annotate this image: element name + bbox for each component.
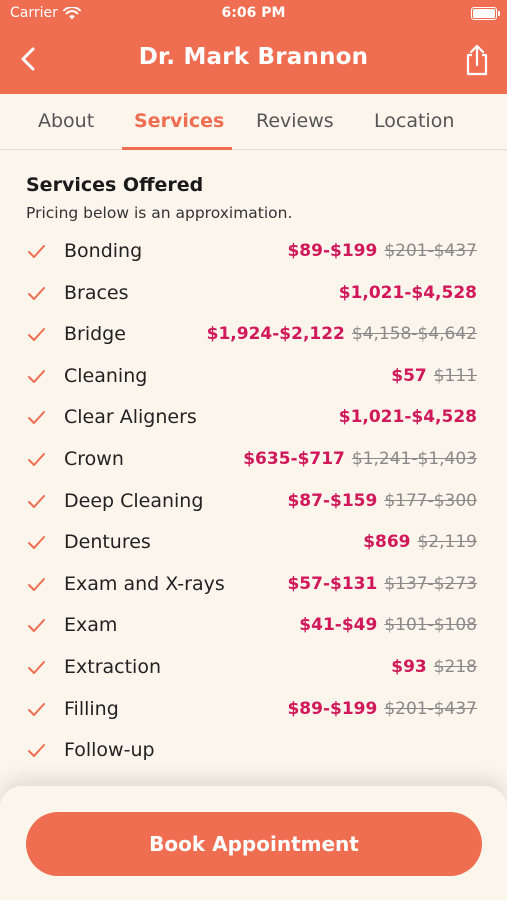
- service-prices: $57-$131 $137-$273: [287, 574, 477, 594]
- original-price: $201-$437: [384, 241, 477, 261]
- checkmark-icon: [28, 328, 45, 342]
- service-prices: $869 $2,119: [363, 532, 477, 552]
- checkmark-icon: [28, 661, 45, 674]
- service-name: Crown: [64, 448, 124, 470]
- status-bar: Carrier 6:06 PM: [0, 5, 507, 25]
- checkmark-icon: [28, 494, 45, 508]
- checkmark-icon: [28, 453, 45, 466]
- checkmark-icon: [28, 619, 45, 633]
- service-prices: $1,021-$4,528: [339, 283, 477, 303]
- checkmark-icon: [28, 577, 45, 591]
- service-prices: $93 $218: [391, 657, 477, 677]
- share-icon: [466, 44, 488, 76]
- service-row: Bonding $89-$199 $201-$437: [26, 238, 477, 268]
- discount-price: $57-$131: [287, 573, 378, 594]
- checkmark-icon: [28, 369, 45, 383]
- checkmark-icon: [28, 245, 45, 258]
- original-price: $111: [433, 365, 477, 386]
- checkmark-icon: [28, 702, 45, 716]
- service-row: Exam $41-$49 $101-$108: [26, 612, 477, 642]
- discount-price: $41-$49: [299, 615, 378, 636]
- service-row: Crown $635-$717 $1,241-$1,403: [26, 446, 477, 476]
- service-prices: $89-$199 $201-$437: [287, 699, 477, 719]
- checkmark-icon: [28, 536, 45, 550]
- service-name: Braces: [64, 281, 129, 304]
- discount-price: $93: [391, 657, 427, 677]
- service-prices: $1,924-$2,122 $4,158-$4,642: [207, 324, 477, 344]
- service-prices: $87-$159 $177-$300: [287, 491, 477, 511]
- tab-location[interactable]: Location: [374, 110, 454, 132]
- service-prices: $1,021-$4,528: [339, 407, 477, 427]
- original-price: $201-$437: [384, 698, 477, 719]
- services-subtitle: Pricing below is an approximation.: [26, 204, 293, 222]
- service-row: Bridge $1,924-$2,122 $4,158-$4,642: [26, 321, 477, 351]
- discount-price: $87-$159: [287, 490, 378, 511]
- footer-bar: Book Appointment: [0, 786, 507, 900]
- service-name: Extraction: [64, 656, 161, 678]
- discount-price: $1,924-$2,122: [206, 324, 345, 345]
- nav-header: Carrier 6:06 PM Dr. Mark Brannon: [0, 0, 507, 94]
- book-appointment-button[interactable]: Book Appointment: [26, 812, 482, 876]
- chevron-left-icon: [21, 47, 35, 71]
- service-row: Dentures $869 $2,119: [26, 529, 477, 559]
- service-name: Bridge: [64, 323, 126, 346]
- discount-price: $869: [363, 532, 411, 553]
- service-row: Braces $1,021-$4,528: [26, 280, 477, 310]
- service-row: Deep Cleaning $87-$159 $177-$300: [26, 488, 477, 518]
- service-prices: $57 $111: [391, 366, 477, 386]
- service-name: Clear Aligners: [64, 406, 197, 429]
- tab-about[interactable]: About: [38, 110, 94, 132]
- service-row: Filling $89-$199 $201-$437: [26, 696, 477, 726]
- original-price: $4,158-$4,642: [351, 324, 477, 345]
- service-name: Deep Cleaning: [64, 489, 204, 512]
- service-row: Follow-up: [26, 737, 477, 767]
- status-time: 6:06 PM: [221, 5, 286, 21]
- service-name: Exam and X-rays: [64, 572, 225, 595]
- service-prices: $635-$717 $1,241-$1,403: [243, 449, 477, 469]
- tab-services[interactable]: Services: [134, 110, 224, 132]
- share-button[interactable]: [463, 44, 491, 76]
- original-price: $218: [433, 657, 477, 677]
- service-name: Follow-up: [64, 739, 155, 762]
- service-row: Clear Aligners $1,021-$4,528: [26, 404, 477, 434]
- tab-reviews[interactable]: Reviews: [256, 110, 334, 132]
- discount-price: $635-$717: [243, 449, 345, 469]
- tab-bar: About Services Reviews Location: [0, 94, 507, 150]
- original-price: $101-$108: [384, 615, 477, 636]
- service-name: Cleaning: [64, 364, 148, 387]
- discount-price: $89-$199: [287, 241, 378, 261]
- service-prices: $89-$199 $201-$437: [287, 241, 477, 261]
- checkmark-icon: [28, 411, 45, 425]
- services-title: Services Offered: [26, 174, 204, 196]
- original-price: $2,119: [417, 532, 477, 553]
- back-button[interactable]: [14, 44, 44, 74]
- original-price: $137-$273: [384, 573, 477, 594]
- battery-icon: [471, 7, 500, 20]
- service-name: Bonding: [64, 240, 143, 262]
- service-row: Cleaning $57 $111: [26, 363, 477, 393]
- service-name: Dentures: [64, 531, 151, 554]
- active-tab-indicator: [122, 147, 232, 150]
- service-row: Extraction $93 $218: [26, 654, 477, 684]
- discount-price: $57: [391, 365, 427, 386]
- service-name: Exam: [64, 614, 118, 637]
- discount-price: $1,021-$4,528: [338, 407, 477, 428]
- checkmark-icon: [28, 744, 45, 758]
- original-price: $177-$300: [384, 490, 477, 511]
- original-price: $1,241-$1,403: [351, 449, 477, 469]
- service-prices: $41-$49 $101-$108: [299, 615, 477, 635]
- discount-price: $1,021-$4,528: [338, 282, 477, 303]
- discount-price: $89-$199: [287, 698, 378, 719]
- page-title: Dr. Mark Brannon: [138, 44, 369, 70]
- checkmark-icon: [28, 286, 45, 300]
- service-name: Filling: [64, 697, 119, 720]
- service-row: Exam and X-rays $57-$131 $137-$273: [26, 571, 477, 601]
